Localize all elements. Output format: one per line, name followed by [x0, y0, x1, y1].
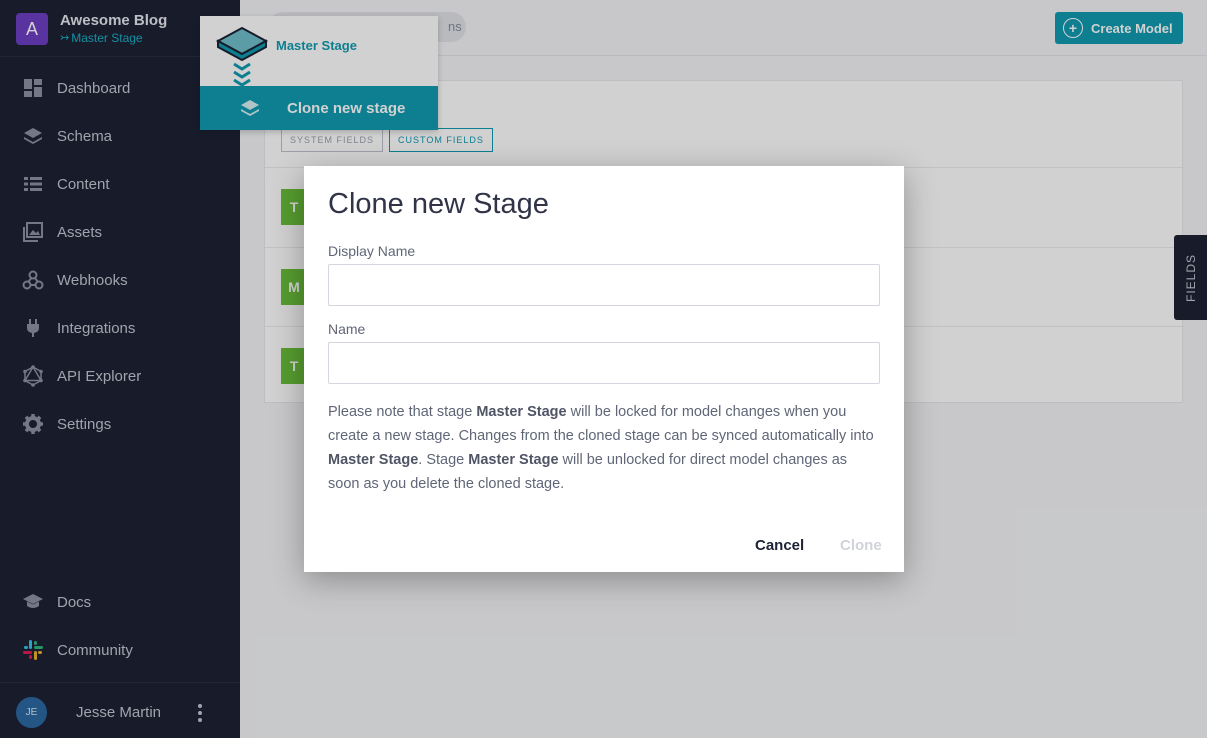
- note-stage-name: Master Stage: [468, 452, 559, 468]
- dialog-title: Clone new Stage: [328, 188, 549, 220]
- name-field[interactable]: [328, 342, 880, 384]
- note-text: . Stage: [418, 452, 469, 468]
- display-name-field[interactable]: [328, 264, 880, 306]
- clone-note: Please note that stage Master Stage will…: [328, 400, 880, 496]
- note-stage-name: Master Stage: [476, 404, 567, 420]
- clone-button[interactable]: Clone: [840, 537, 882, 554]
- display-name-label: Display Name: [328, 243, 416, 259]
- note-stage-name: Master Stage: [328, 452, 419, 468]
- note-text: Please note that stage: [328, 404, 477, 420]
- cancel-button[interactable]: Cancel: [755, 537, 804, 554]
- clone-stage-dialog: Clone new Stage Display Name Name Please…: [304, 166, 904, 572]
- name-label: Name: [328, 321, 366, 337]
